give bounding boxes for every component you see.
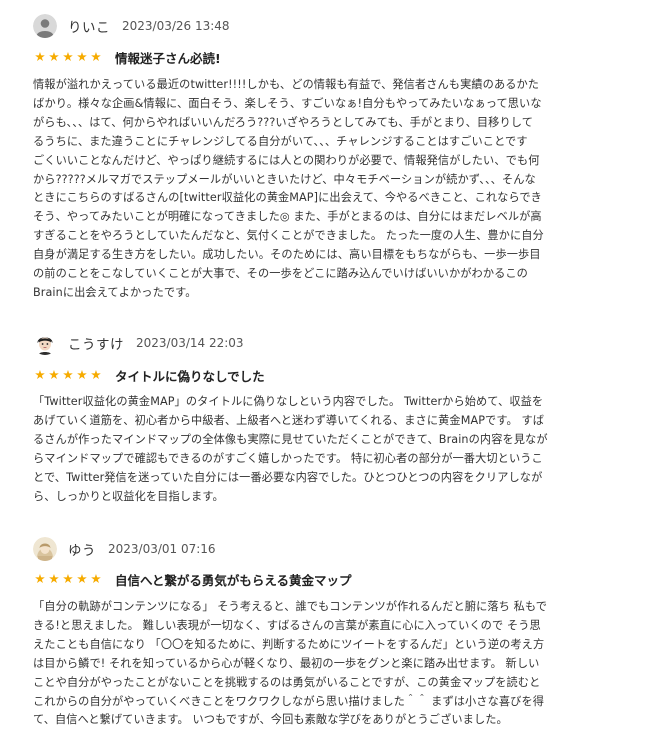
photo-user-avatar[interactable] — [33, 537, 57, 561]
rating-row: ★ ★ ★ ★ ★ 情報迷子さん必読! — [33, 48, 221, 66]
star-icon: ★ — [76, 571, 88, 586]
review-body: 情報が溢れかえっている最近のtwitter!!!!しかも、どの情報も有益で、発信… — [33, 78, 544, 299]
star-icon: ★ — [76, 49, 88, 64]
star-icon: ★ — [90, 367, 102, 382]
illustrated-user-avatar[interactable] — [33, 331, 57, 355]
review-date: 2023/03/14 22:03 — [136, 336, 244, 350]
review-title: 自信へと繋がる勇気がもらえる黄金マップ — [115, 572, 352, 588]
star-rating: ★ ★ ★ ★ ★ — [33, 571, 103, 586]
rating-row: ★ ★ ★ ★ ★ タイトルに偽りなしでした — [33, 366, 265, 384]
default-user-icon[interactable] — [33, 14, 57, 38]
reviewer-name[interactable]: りいこ — [68, 16, 110, 36]
review-body: 「Twitter収益化の黄金MAP」のタイトルに偽りなしという内容でした。 Tw… — [33, 395, 548, 503]
star-icon: ★ — [34, 367, 46, 382]
star-icon: ★ — [48, 367, 60, 382]
review-date: 2023/03/26 13:48 — [122, 19, 230, 33]
star-icon: ★ — [34, 571, 46, 586]
star-icon: ★ — [90, 49, 102, 64]
review-title: タイトルに偽りなしでした — [115, 368, 265, 384]
star-icon: ★ — [34, 49, 46, 64]
star-icon: ★ — [48, 49, 60, 64]
star-icon: ★ — [76, 367, 88, 382]
star-icon: ★ — [62, 367, 74, 382]
star-icon: ★ — [62, 49, 74, 64]
reviewer-name[interactable]: ゆう — [68, 539, 96, 559]
review-header: こうすけ 2023/03/14 22:03 — [33, 330, 244, 356]
review-body: 「自分の軌跡がコンテンツになる」 そう考えると、誰でもコンテンツが作れるんだと腑… — [33, 600, 548, 727]
star-rating: ★ ★ ★ ★ ★ — [33, 367, 103, 382]
review-header: りいこ 2023/03/26 13:48 — [33, 13, 230, 39]
star-rating: ★ ★ ★ ★ ★ — [33, 49, 103, 64]
star-icon: ★ — [48, 571, 60, 586]
reviewer-name[interactable]: こうすけ — [68, 333, 124, 353]
review-header: ゆう 2023/03/01 07:16 — [33, 536, 216, 562]
star-icon: ★ — [90, 571, 102, 586]
review-date: 2023/03/01 07:16 — [108, 542, 216, 556]
review-title: 情報迷子さん必読! — [115, 50, 221, 66]
rating-row: ★ ★ ★ ★ ★ 自信へと繋がる勇気がもらえる黄金マップ — [33, 570, 352, 588]
star-icon: ★ — [62, 571, 74, 586]
